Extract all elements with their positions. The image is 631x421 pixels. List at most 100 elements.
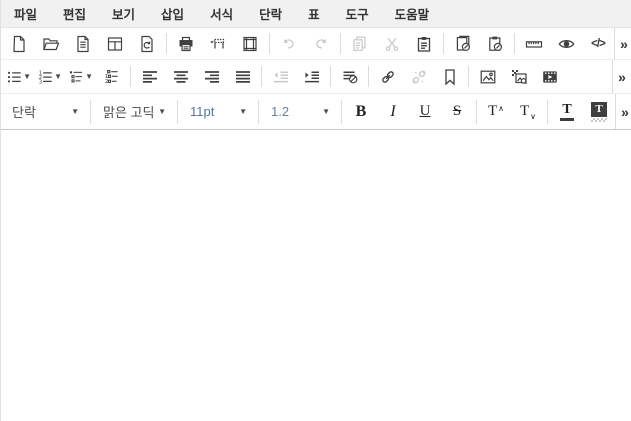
page-setup-icon	[209, 35, 227, 53]
superscript-icon: T	[488, 103, 497, 120]
superscript-button[interactable]: T ∧	[480, 98, 512, 126]
font-family-select[interactable]: 맑은 고딕 ▼	[94, 98, 174, 126]
dropdown-arrow-icon[interactable]: ▼	[85, 73, 93, 81]
dropdown-arrow-icon: ▼	[158, 108, 166, 116]
outdent-button[interactable]	[265, 63, 296, 91]
remove-format-button[interactable]	[334, 63, 365, 91]
dropdown-arrow-icon: ▼	[239, 108, 247, 116]
separator	[261, 66, 262, 87]
text-color-button[interactable]: T	[551, 98, 583, 126]
align-right-button[interactable]	[196, 63, 227, 91]
copy-icon	[351, 35, 369, 53]
revert-button[interactable]	[131, 30, 163, 58]
open-folder-icon	[42, 35, 60, 53]
background-color-button[interactable]: T	[583, 98, 615, 126]
menu-help[interactable]: 도움말	[382, 0, 443, 27]
menu-edit[interactable]: 편집	[50, 0, 99, 27]
menu-paragraph[interactable]: 단락	[246, 0, 295, 27]
text-color-letter: T	[562, 103, 571, 117]
indent-button[interactable]	[296, 63, 327, 91]
toolbar-text-row: 단락 ▼ 맑은 고딕 ▼ 11pt ▼ 1.2 ▼ B I U S	[1, 94, 631, 130]
subscript-mark: ∨	[530, 112, 536, 121]
menu-format[interactable]: 서식	[197, 0, 246, 27]
new-document-button[interactable]	[3, 30, 35, 58]
cut-icon	[383, 35, 401, 53]
toolbar-file-row: </> »	[1, 28, 631, 60]
redo-icon	[312, 35, 330, 53]
bullet-list-icon	[6, 68, 23, 86]
separator	[547, 100, 548, 124]
print-icon	[177, 35, 195, 53]
preview-button[interactable]	[550, 30, 582, 58]
line-height-select[interactable]: 1.2 ▼	[262, 98, 338, 126]
chevron-more-icon: »	[620, 36, 628, 52]
paste-format-button[interactable]	[479, 30, 511, 58]
align-left-button[interactable]	[134, 63, 165, 91]
text-document-button[interactable]	[67, 30, 99, 58]
ruler-button[interactable]	[518, 30, 550, 58]
image-button[interactable]	[472, 63, 503, 91]
image-gallery-icon	[510, 68, 528, 86]
toolbar3-more-button[interactable]: »	[615, 94, 631, 129]
separator	[330, 66, 331, 87]
menu-tools[interactable]: 도구	[333, 0, 382, 27]
bullet-list-button[interactable]: ▼	[3, 63, 34, 91]
paste-plain-icon	[454, 35, 472, 53]
menu-insert[interactable]: 삽입	[148, 0, 197, 27]
toolbar2-more-button[interactable]: »	[612, 60, 631, 93]
menu-table[interactable]: 표	[295, 0, 333, 27]
strikethrough-button[interactable]: S	[441, 98, 473, 126]
bookmark-button[interactable]	[434, 63, 465, 91]
redo-button[interactable]	[305, 30, 337, 58]
editor-content-area[interactable]	[1, 130, 631, 421]
page-border-button[interactable]	[234, 30, 266, 58]
undo-button[interactable]	[273, 30, 305, 58]
source-code-button[interactable]: </>	[582, 30, 614, 58]
bold-button[interactable]: B	[345, 98, 377, 126]
align-justify-button[interactable]	[227, 63, 258, 91]
font-size-select[interactable]: 11pt ▼	[181, 98, 255, 126]
print-button[interactable]	[170, 30, 202, 58]
multilevel-list-button[interactable]: ▼	[65, 63, 96, 91]
dropdown-arrow-icon: ▼	[322, 108, 330, 116]
open-button[interactable]	[35, 30, 67, 58]
list-style-button[interactable]: 1 2	[96, 63, 127, 91]
cut-button[interactable]	[376, 30, 408, 58]
numbered-list-button[interactable]: 1 2 3 ▼	[34, 63, 65, 91]
italic-button[interactable]: I	[377, 98, 409, 126]
media-button[interactable]	[534, 63, 565, 91]
text-color-swatch	[560, 118, 574, 121]
menu-file[interactable]: 파일	[1, 0, 50, 27]
paste-button[interactable]	[408, 30, 440, 58]
line-height-value: 1.2	[271, 104, 289, 119]
copy-button[interactable]	[344, 30, 376, 58]
link-button[interactable]	[372, 63, 403, 91]
template-button[interactable]	[99, 30, 131, 58]
transparency-checker	[591, 118, 607, 122]
indent-icon	[303, 68, 321, 86]
image-icon	[479, 68, 497, 86]
separator	[90, 100, 91, 124]
paste-plain-button[interactable]	[447, 30, 479, 58]
align-center-icon	[172, 68, 190, 86]
bookmark-icon	[441, 68, 459, 86]
text-document-icon	[74, 35, 92, 53]
dropdown-arrow-icon[interactable]: ▼	[54, 73, 62, 81]
multilevel-list-icon	[68, 68, 85, 86]
list-style-icon: 1 2	[103, 68, 121, 86]
menu-view[interactable]: 보기	[99, 0, 148, 27]
underline-button[interactable]: U	[409, 98, 441, 126]
unlink-button[interactable]	[403, 63, 434, 91]
strikethrough-icon: S	[453, 103, 461, 120]
page-setup-button[interactable]	[202, 30, 234, 58]
toolbar1-more-button[interactable]: »	[614, 28, 631, 59]
paragraph-format-select[interactable]: 단락 ▼	[3, 98, 87, 126]
dropdown-arrow-icon[interactable]: ▼	[23, 73, 31, 81]
paragraph-format-value: 단락	[12, 102, 36, 121]
subscript-button[interactable]: T ∨	[512, 98, 544, 126]
align-center-button[interactable]	[165, 63, 196, 91]
image-gallery-button[interactable]	[503, 63, 534, 91]
superscript-mark: ∧	[498, 104, 504, 113]
link-icon	[379, 68, 397, 86]
preview-eye-icon	[557, 35, 576, 53]
